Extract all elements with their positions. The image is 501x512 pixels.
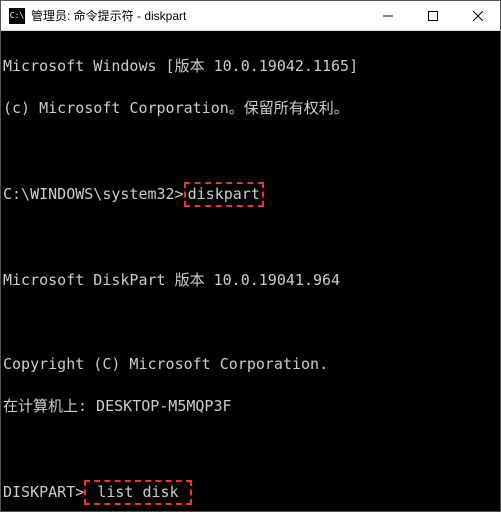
output-blank bbox=[3, 140, 498, 161]
titlebar[interactable]: C:\ 管理员: 命令提示符 - diskpart bbox=[1, 1, 500, 31]
prompt-line: DISKPART> list disk bbox=[3, 480, 498, 505]
terminal-output[interactable]: Microsoft Windows [版本 10.0.19042.1165] (… bbox=[1, 31, 500, 511]
minimize-button[interactable] bbox=[365, 1, 410, 30]
maximize-button[interactable] bbox=[410, 1, 455, 30]
highlighted-command: list disk bbox=[84, 480, 191, 505]
maximize-icon bbox=[428, 11, 438, 21]
prompt: DISKPART> bbox=[3, 483, 84, 501]
output-line: Copyright (C) Microsoft Corporation. bbox=[3, 354, 498, 375]
prompt: C:\WINDOWS\system32> bbox=[3, 185, 184, 203]
output-blank bbox=[3, 228, 498, 249]
close-button[interactable] bbox=[455, 1, 500, 30]
highlighted-command: diskpart bbox=[184, 182, 264, 207]
close-icon bbox=[473, 11, 483, 21]
output-line: Microsoft Windows [版本 10.0.19042.1165] bbox=[3, 56, 498, 77]
cmd-icon: C:\ bbox=[9, 8, 25, 24]
prompt-line: C:\WINDOWS\system32>diskpart bbox=[3, 182, 498, 207]
window-controls bbox=[365, 1, 500, 30]
output-blank bbox=[3, 312, 498, 333]
output-blank bbox=[3, 438, 498, 459]
minimize-icon bbox=[383, 11, 393, 21]
output-line: 在计算机上: DESKTOP-M5MQP3F bbox=[3, 396, 498, 417]
window-title: 管理员: 命令提示符 - diskpart bbox=[31, 7, 365, 24]
cmd-window: C:\ 管理员: 命令提示符 - diskpart Microsoft Wind… bbox=[0, 0, 501, 512]
output-line: Microsoft DiskPart 版本 10.0.19041.964 bbox=[3, 270, 498, 291]
output-line: (c) Microsoft Corporation。保留所有权利。 bbox=[3, 98, 498, 119]
